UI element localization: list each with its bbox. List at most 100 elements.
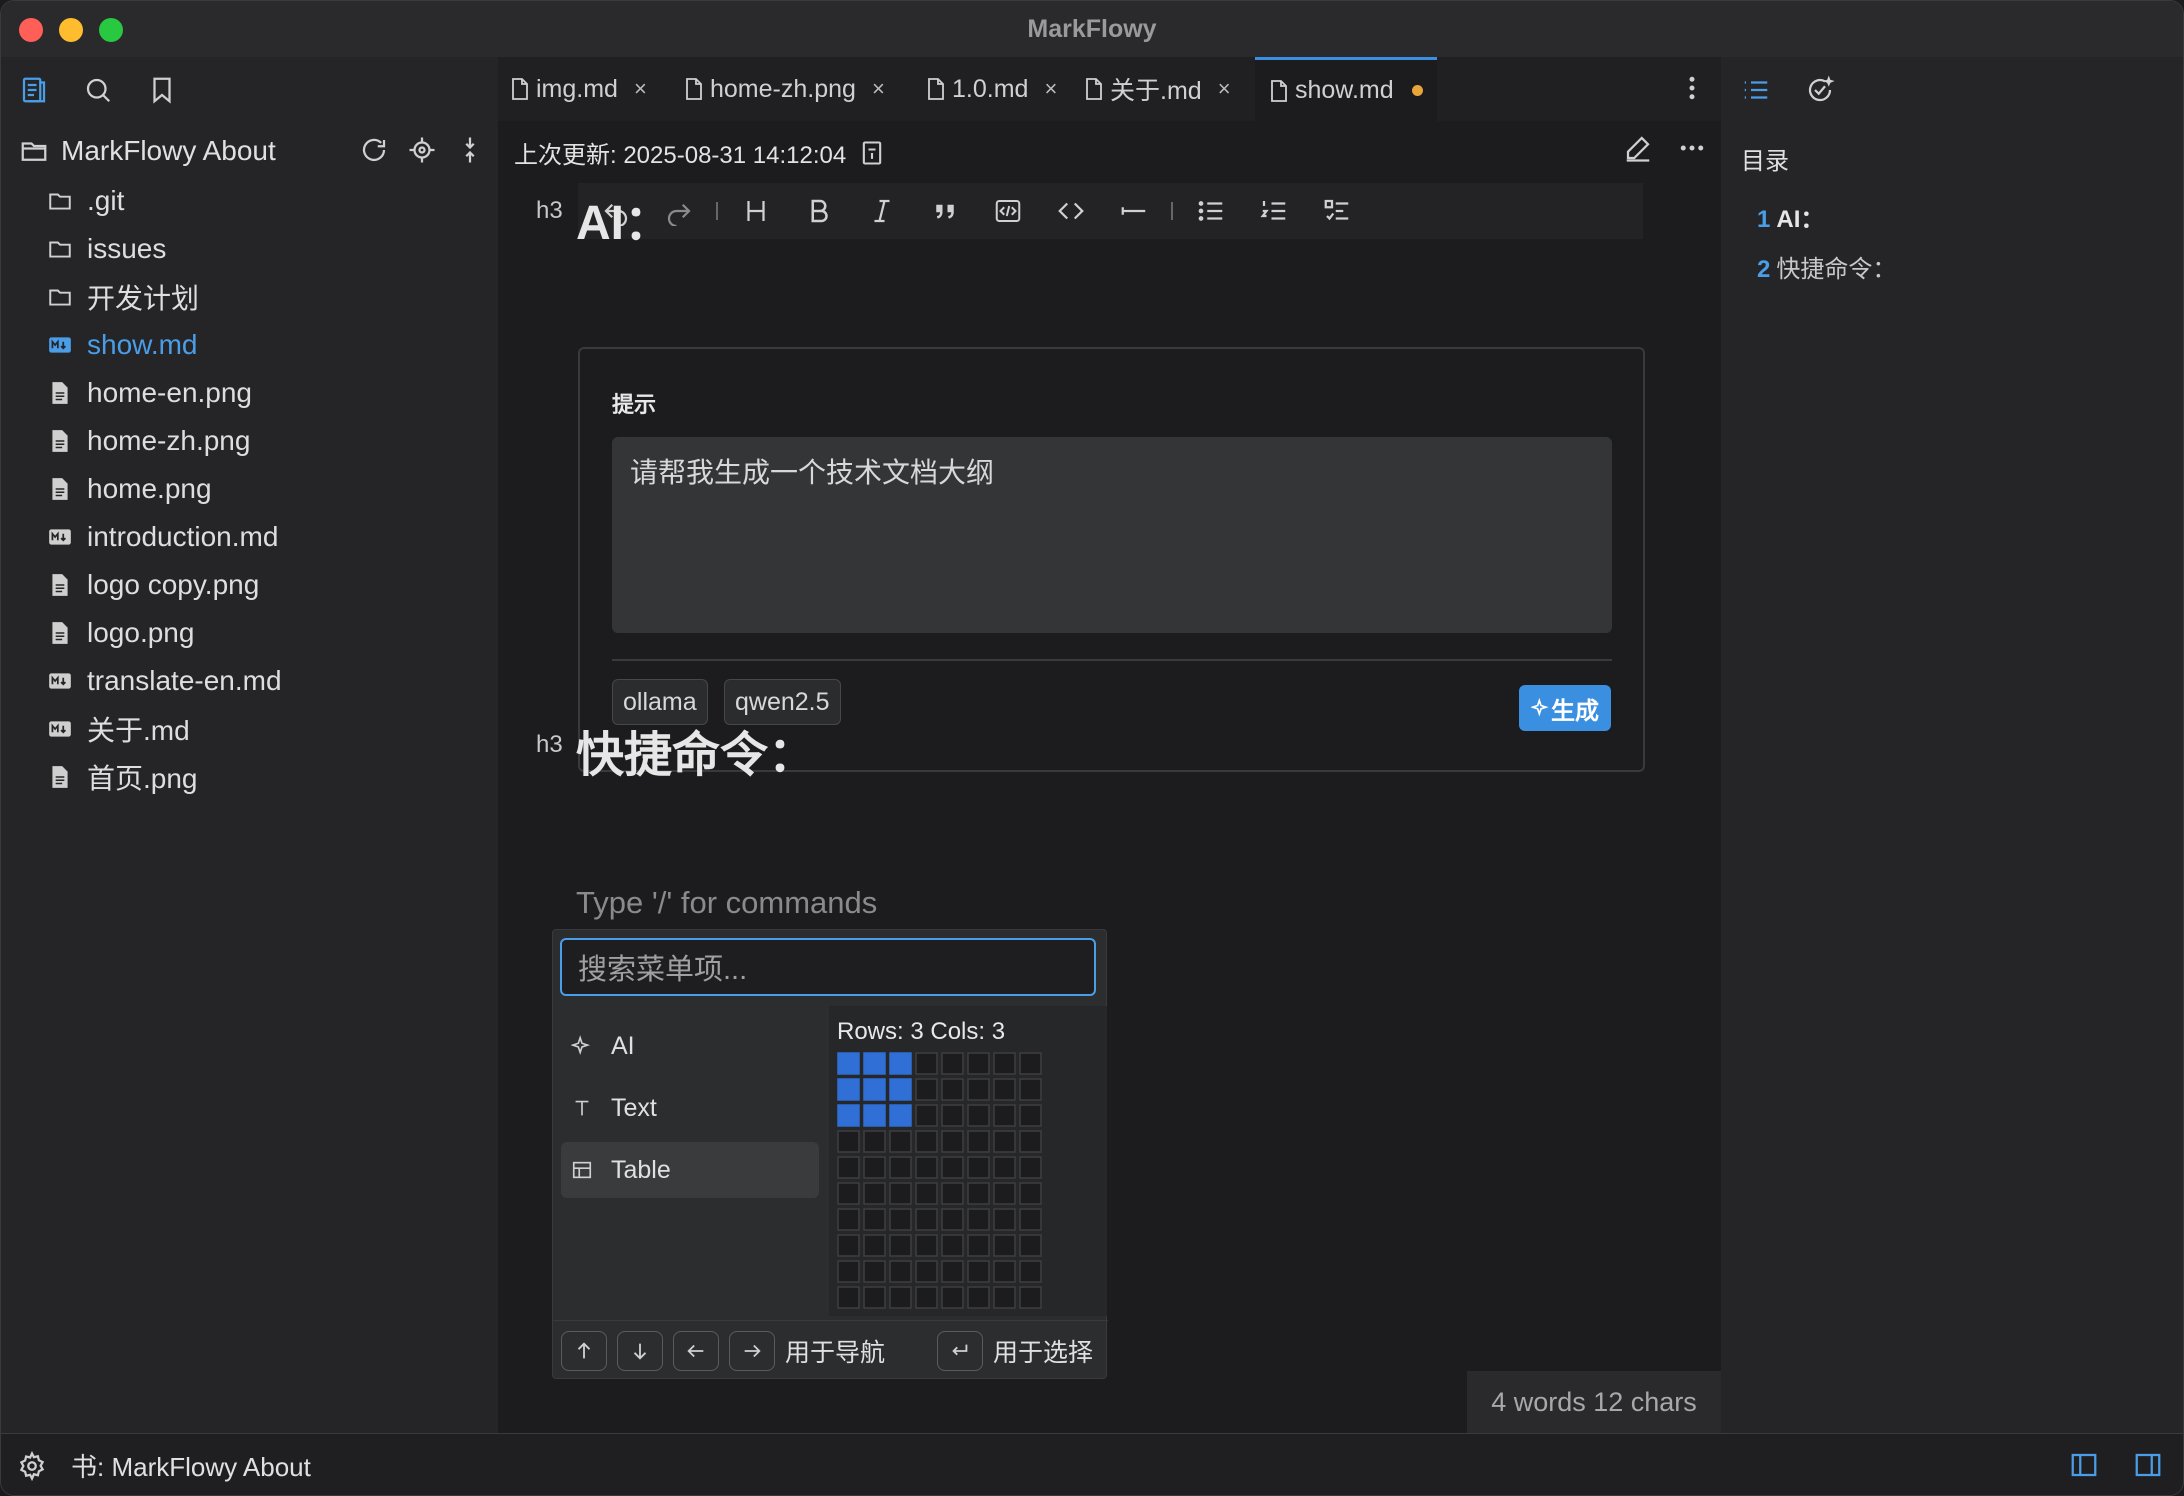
grid-cell[interactable] — [993, 1130, 1016, 1153]
grid-cell[interactable] — [941, 1104, 964, 1127]
grid-cell[interactable] — [993, 1078, 1016, 1101]
grid-cell[interactable] — [941, 1078, 964, 1101]
grid-cell[interactable] — [837, 1156, 860, 1179]
tree-item[interactable]: .git — [47, 177, 487, 225]
menu-item-text[interactable]: Text — [561, 1080, 819, 1136]
grid-cell[interactable] — [941, 1208, 964, 1231]
close-tab-button[interactable]: × — [1218, 76, 1231, 102]
grid-cell[interactable] — [967, 1260, 990, 1283]
grid-cell[interactable] — [967, 1234, 990, 1257]
toc-item[interactable]: 2 快捷命令： — [1757, 249, 1896, 284]
grid-cell[interactable] — [967, 1182, 990, 1205]
grid-cell[interactable] — [1019, 1234, 1042, 1257]
grid-cell[interactable] — [1019, 1182, 1042, 1205]
files-icon[interactable] — [17, 73, 51, 107]
grid-cell-selected[interactable] — [889, 1078, 912, 1101]
grid-cell[interactable] — [993, 1052, 1016, 1075]
grid-cell[interactable] — [967, 1286, 990, 1309]
grid-cell[interactable] — [915, 1130, 938, 1153]
tab-img-md[interactable]: img.md × — [510, 57, 647, 121]
grid-cell-selected[interactable] — [863, 1078, 886, 1101]
tab-1-0-md[interactable]: 1.0.md × — [926, 57, 1057, 121]
grid-cell[interactable] — [967, 1156, 990, 1179]
more-horizontal-icon[interactable] — [1675, 131, 1709, 165]
grid-cell[interactable] — [993, 1104, 1016, 1127]
toggle-right-panel-icon[interactable] — [2131, 1448, 2165, 1482]
file-info-icon[interactable] — [858, 139, 886, 167]
bookmark-icon[interactable] — [145, 73, 179, 107]
grid-cell[interactable] — [915, 1208, 938, 1231]
tree-item[interactable]: logo.png — [47, 609, 487, 657]
grid-cell[interactable] — [837, 1182, 860, 1205]
grid-cell[interactable] — [837, 1208, 860, 1231]
grid-cell[interactable] — [837, 1234, 860, 1257]
grid-cell[interactable] — [889, 1286, 912, 1309]
tree-item[interactable]: logo copy.png — [47, 561, 487, 609]
edit-icon[interactable] — [1621, 131, 1655, 165]
code-block-icon[interactable] — [976, 183, 1039, 239]
grid-cell[interactable] — [1019, 1260, 1042, 1283]
tab-home-zh-png[interactable]: home-zh.png × — [684, 57, 885, 121]
grid-cell[interactable] — [915, 1078, 938, 1101]
grid-cell-selected[interactable] — [863, 1104, 886, 1127]
close-tab-button[interactable]: × — [1044, 76, 1057, 102]
tree-item[interactable]: introduction.md — [47, 513, 487, 561]
toc-item[interactable]: 1 AI： — [1757, 199, 1824, 234]
close-window-button[interactable] — [19, 18, 43, 42]
tab-about-md[interactable]: 关于.md × — [1084, 57, 1231, 121]
grid-cell[interactable] — [993, 1182, 1016, 1205]
grid-cell[interactable] — [1019, 1052, 1042, 1075]
grid-cell[interactable] — [889, 1260, 912, 1283]
locate-icon[interactable] — [405, 133, 439, 167]
settings-gear-icon[interactable] — [15, 1449, 49, 1483]
maximize-window-button[interactable] — [99, 18, 123, 42]
grid-cell-selected[interactable] — [837, 1052, 860, 1075]
minimize-window-button[interactable] — [59, 18, 83, 42]
grid-cell[interactable] — [993, 1286, 1016, 1309]
workspace-root[interactable]: MarkFlowy About — [17, 129, 487, 173]
ai-prompt-input[interactable]: 请帮我生成一个技术文档大纲 — [612, 437, 1612, 633]
grid-cell[interactable] — [1019, 1130, 1042, 1153]
grid-cell-selected[interactable] — [837, 1104, 860, 1127]
grid-cell[interactable] — [941, 1182, 964, 1205]
grid-cell-selected[interactable] — [837, 1078, 860, 1101]
heading-ai[interactable]: AI： — [576, 183, 672, 253]
grid-cell[interactable] — [863, 1130, 886, 1153]
grid-cell[interactable] — [863, 1286, 886, 1309]
grid-cell[interactable] — [915, 1156, 938, 1179]
grid-cell[interactable] — [967, 1208, 990, 1231]
menu-search-input[interactable]: 搜索菜单项... — [560, 938, 1096, 996]
close-tab-button[interactable]: × — [634, 76, 647, 102]
tree-item[interactable]: translate-en.md — [47, 657, 487, 705]
grid-cell[interactable] — [941, 1130, 964, 1153]
grid-cell[interactable] — [863, 1208, 886, 1231]
grid-cell[interactable] — [863, 1182, 886, 1205]
toggle-left-panel-icon[interactable] — [2067, 1448, 2101, 1482]
grid-cell[interactable] — [941, 1052, 964, 1075]
tree-item[interactable]: issues — [47, 225, 487, 273]
heading-icon[interactable] — [724, 183, 787, 239]
grid-cell[interactable] — [863, 1234, 886, 1257]
heading-shortcuts[interactable]: 快捷命令： — [576, 715, 816, 785]
grid-cell[interactable] — [1019, 1104, 1042, 1127]
tree-item[interactable]: home-zh.png — [47, 417, 487, 465]
grid-cell[interactable] — [889, 1182, 912, 1205]
grid-cell[interactable] — [1019, 1286, 1042, 1309]
ai-chat-icon[interactable] — [1803, 73, 1837, 107]
tree-item[interactable]: home-en.png — [47, 369, 487, 417]
grid-cell[interactable] — [993, 1208, 1016, 1231]
grid-cell[interactable] — [967, 1078, 990, 1101]
tree-item[interactable]: show.md — [47, 321, 487, 369]
menu-item-table[interactable]: Table — [561, 1142, 819, 1198]
grid-cell[interactable] — [941, 1286, 964, 1309]
tab-show-md[interactable]: show.md — [1255, 57, 1437, 121]
close-tab-button[interactable]: × — [872, 76, 885, 102]
grid-cell[interactable] — [993, 1260, 1016, 1283]
grid-cell[interactable] — [915, 1234, 938, 1257]
italic-icon[interactable] — [850, 183, 913, 239]
grid-cell-selected[interactable] — [889, 1052, 912, 1075]
grid-cell[interactable] — [967, 1052, 990, 1075]
grid-cell[interactable] — [915, 1104, 938, 1127]
tree-item[interactable]: 首页.png — [47, 753, 487, 801]
grid-cell[interactable] — [889, 1234, 912, 1257]
